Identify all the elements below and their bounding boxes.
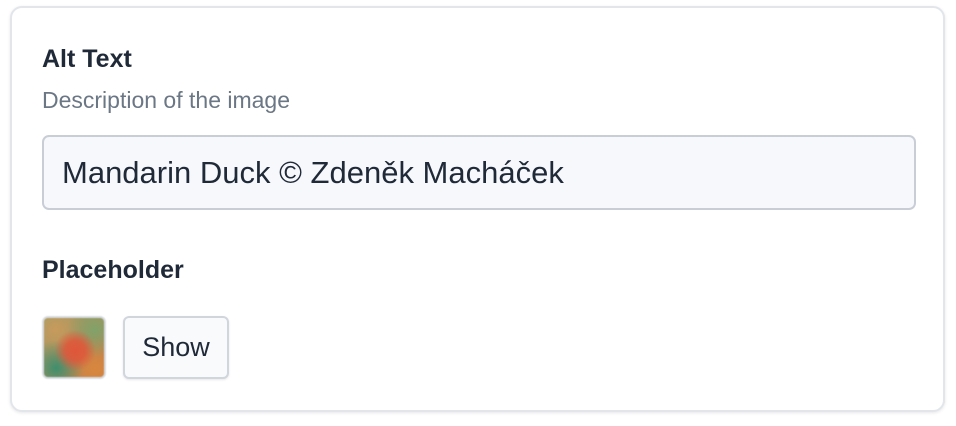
- blurred-image-icon: [44, 318, 104, 377]
- placeholder-label: Placeholder: [42, 256, 184, 284]
- placeholder-thumbnail: [42, 316, 106, 379]
- alt-text-description: Description of the image: [42, 87, 291, 113]
- show-placeholder-button[interactable]: Show: [123, 316, 229, 379]
- image-settings-card: Alt Text Description of the image Placeh…: [10, 6, 945, 412]
- alt-text-label: Alt Text: [42, 45, 132, 73]
- alt-text-input[interactable]: [42, 135, 916, 210]
